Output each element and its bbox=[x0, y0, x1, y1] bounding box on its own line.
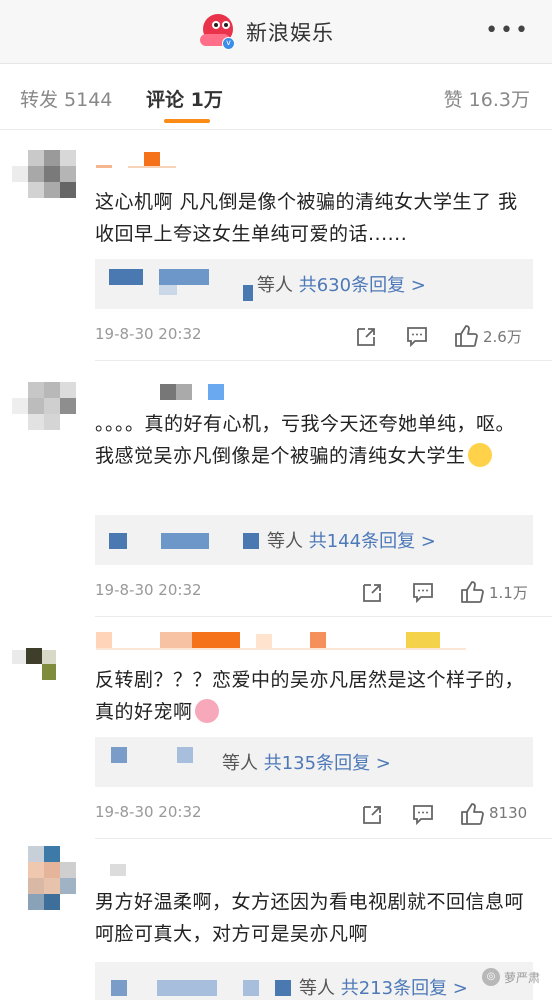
comment-meta: 19-8-30 20:32 1.1万 bbox=[95, 579, 535, 605]
comment-meta: 19-8-30 20:32 8130 bbox=[95, 801, 535, 827]
comment-icon[interactable] bbox=[411, 579, 435, 605]
comment-icon[interactable] bbox=[405, 323, 429, 349]
user-avatar[interactable] bbox=[12, 150, 78, 212]
reply-count-link: 共144条回复 > bbox=[308, 531, 436, 552]
reply-preview[interactable]: 等人 共135条回复 > bbox=[95, 737, 533, 787]
comment-item: 反转剧？？？恋爱中的吴亦凡居然是这个样子的，真的好宠啊 等人 共135条回复 >… bbox=[0, 618, 552, 840]
divider bbox=[95, 838, 552, 839]
comment-icon[interactable] bbox=[411, 801, 435, 827]
like-button[interactable]: 2.6万 bbox=[453, 323, 533, 349]
reply-summary[interactable]: 等人 共135条回复 > bbox=[222, 749, 391, 775]
tab-likes[interactable]: 赞 16.3万 bbox=[444, 85, 530, 112]
username-redacted[interactable] bbox=[96, 632, 476, 650]
thumbs-up-icon bbox=[461, 803, 484, 825]
tab-forward[interactable]: 转发 5144 bbox=[20, 85, 112, 112]
share-icon[interactable] bbox=[361, 801, 383, 827]
account-name[interactable]: 新浪娱乐 bbox=[246, 17, 334, 47]
share-icon[interactable] bbox=[355, 323, 377, 349]
like-count: 2.6万 bbox=[483, 328, 522, 346]
comment-text: 。。。。真的好有心机，亏我今天还夸她单纯，呕。 我感觉吴亦凡倒像是个被骗的清纯女… bbox=[95, 413, 516, 467]
thumbs-up-icon bbox=[461, 581, 484, 603]
reply-summary[interactable]: 等人 共630条回复 > bbox=[257, 271, 426, 297]
reply-preview[interactable]: 等人 共630条回复 > bbox=[95, 259, 533, 309]
like-count: 1.1万 bbox=[489, 584, 528, 602]
share-icon[interactable] bbox=[361, 579, 383, 605]
account-avatar[interactable]: v bbox=[200, 14, 236, 50]
watermark: ◎ 萝严肃 bbox=[481, 968, 540, 986]
comment-timestamp: 19-8-30 20:32 bbox=[95, 581, 202, 599]
reply-summary[interactable]: 等人 共144条回复 > bbox=[267, 527, 436, 553]
like-button[interactable]: 8130 bbox=[459, 801, 535, 827]
watermark-text: 萝严肃 bbox=[503, 970, 540, 985]
like-count: 8130 bbox=[489, 804, 528, 822]
tab-comments[interactable]: 评论 1万 bbox=[146, 85, 223, 112]
comment-item: 男方好温柔啊，女方还因为看电视剧就不回信息呵呵脸可真大，对方可是吴亦凡啊 等人 … bbox=[0, 840, 552, 1000]
pig-emoji bbox=[194, 699, 219, 723]
divider bbox=[95, 360, 552, 361]
comment-text: 反转剧？？？恋爱中的吴亦凡居然是这个样子的，真的好宠啊 bbox=[95, 669, 525, 723]
user-avatar[interactable] bbox=[12, 382, 78, 444]
like-button[interactable]: 1.1万 bbox=[459, 579, 535, 605]
user-avatar[interactable] bbox=[12, 646, 78, 708]
comment-item: 这心机啊 凡凡倒是像个被骗的清纯女大学生了 我收回早上夸这女生单纯可爱的话...… bbox=[0, 130, 552, 362]
grinning-tears-emoji bbox=[467, 443, 492, 467]
reply-count-link: 共213条回复 > bbox=[340, 978, 468, 999]
comment-item: 。。。。真的好有心机，亏我今天还夸她单纯，呕。 我感觉吴亦凡倒像是个被骗的清纯女… bbox=[0, 362, 552, 618]
active-tab-indicator bbox=[164, 119, 210, 123]
account-header[interactable]: v 新浪娱乐 bbox=[200, 14, 334, 50]
comment-meta: 19-8-30 20:32 2.6万 bbox=[95, 323, 535, 349]
reply-preview[interactable]: 等人 共144条回复 > bbox=[95, 515, 533, 565]
reply-summary[interactable]: 等人 共213条回复 > bbox=[299, 974, 468, 1000]
reply-count-link: 共135条回复 > bbox=[263, 753, 391, 774]
comment-text: 这心机啊 凡凡倒是像个被骗的清纯女大学生了 我收回早上夸这女生单纯可爱的话...… bbox=[95, 191, 518, 245]
reply-preview[interactable]: 等人 共213条回复 > bbox=[95, 962, 533, 1000]
comment-text: 男方好温柔啊，女方还因为看电视剧就不回信息呵呵脸可真大，对方可是吴亦凡啊 bbox=[95, 891, 525, 945]
tab-bar: 转发 5144 评论 1万 赞 16.3万 bbox=[0, 64, 552, 130]
user-avatar[interactable] bbox=[12, 846, 78, 910]
verified-badge-icon: v bbox=[222, 37, 235, 50]
top-bar: v 新浪娱乐 ••• bbox=[0, 0, 552, 64]
divider bbox=[95, 616, 552, 617]
comment-timestamp: 19-8-30 20:32 bbox=[95, 325, 202, 343]
comment-timestamp: 19-8-30 20:32 bbox=[95, 803, 202, 821]
wechat-account-icon: ◎ bbox=[481, 968, 500, 986]
more-horizontal-icon[interactable]: ••• bbox=[485, 20, 530, 42]
reply-count-link: 共630条回复 > bbox=[298, 275, 426, 296]
thumbs-up-icon bbox=[455, 325, 478, 347]
